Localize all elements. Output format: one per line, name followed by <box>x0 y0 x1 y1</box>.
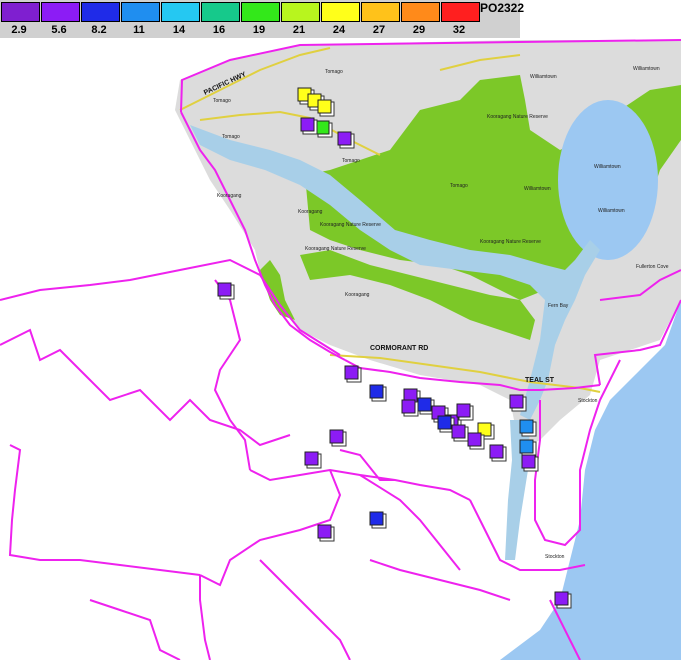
legend-value-label: 29 <box>412 24 426 36</box>
place-label: Williamtown <box>633 66 660 72</box>
site-marker[interactable] <box>317 99 332 114</box>
site-marker[interactable] <box>300 117 315 132</box>
site-marker[interactable] <box>521 454 536 469</box>
site-marker[interactable] <box>417 397 432 412</box>
site-marker[interactable] <box>401 399 416 414</box>
site-marker[interactable] <box>317 524 332 539</box>
site-marker[interactable] <box>329 429 344 444</box>
legend-swatch <box>361 2 400 22</box>
place-label: Kooragang Nature Reserve <box>305 246 366 252</box>
legend-value-label: 2.9 <box>11 24 27 36</box>
place-label: Stockton <box>578 398 598 404</box>
place-label: Kooragang Nature Reserve <box>480 239 541 245</box>
place-label: Kooragang <box>345 292 370 298</box>
place-label: Williamtown <box>594 164 621 170</box>
legend-swatch <box>121 2 160 22</box>
place-label: Kooragang <box>298 209 323 215</box>
legend-value-label: 14 <box>172 24 186 36</box>
place-label: Williamtown <box>530 74 557 80</box>
site-marker[interactable] <box>369 384 384 399</box>
color-legend: 2.9 5.6 8.2 11 14 16 19 21 24 27 29 32 PO2322 <box>0 0 681 38</box>
legend-value-label: 5.6 <box>51 24 67 36</box>
place-label: Tomago <box>325 69 343 75</box>
site-marker[interactable] <box>519 419 534 434</box>
place-label: Stockton <box>545 554 565 560</box>
site-marker[interactable] <box>451 424 466 439</box>
legend-value-label: 16 <box>212 24 226 36</box>
legend-swatch <box>201 2 240 22</box>
site-marker[interactable] <box>437 415 452 430</box>
site-marker[interactable] <box>456 403 471 418</box>
place-label: Tomago <box>342 158 360 164</box>
legend-swatch <box>241 2 280 22</box>
legend-swatch <box>281 2 320 22</box>
site-marker[interactable] <box>217 282 232 297</box>
map-id-label: PO2322 <box>480 1 525 15</box>
legend-value-label: 19 <box>252 24 266 36</box>
site-marker[interactable] <box>489 444 504 459</box>
legend-swatch <box>321 2 360 22</box>
legend-value-label: 8.2 <box>91 24 107 36</box>
legend-swatch <box>41 2 80 22</box>
place-label: Fern Bay <box>548 303 569 309</box>
legend-value-label: 32 <box>452 24 466 36</box>
place-label: Kooragang Nature Reserve <box>487 114 548 120</box>
site-marker[interactable] <box>467 432 482 447</box>
site-marker[interactable] <box>337 131 352 146</box>
place-label: Williamtown <box>598 208 625 214</box>
legend-value-label: 27 <box>372 24 386 36</box>
place-label: Williamtown <box>524 186 551 192</box>
legend-swatch <box>81 2 120 22</box>
place-label: Fullerton Cove <box>636 264 669 270</box>
place-label: Kooragang Nature Reserve <box>320 222 381 228</box>
legend-value-label: 21 <box>292 24 306 36</box>
legend-swatch <box>441 2 480 22</box>
legend-value-label: 11 <box>133 24 145 36</box>
site-marker[interactable] <box>509 394 524 409</box>
map-canvas[interactable]: PACIFIC HWY CORMORANT RD TEAL ST Tomago … <box>0 0 681 660</box>
place-label: Tomago <box>213 98 231 104</box>
legend-swatch <box>161 2 200 22</box>
road-label-teal-st: TEAL ST <box>525 377 555 384</box>
road-label-cormorant-rd: CORMORANT RD <box>370 345 428 352</box>
site-marker[interactable] <box>315 120 330 135</box>
legend-swatch <box>401 2 440 22</box>
site-marker[interactable] <box>344 365 359 380</box>
legend-value-label: 24 <box>332 24 346 36</box>
site-marker[interactable] <box>369 511 384 526</box>
site-marker[interactable] <box>519 439 534 454</box>
site-marker[interactable] <box>304 451 319 466</box>
legend-swatch <box>1 2 40 22</box>
site-marker[interactable] <box>554 591 569 606</box>
place-label: Kooragang <box>217 193 242 199</box>
place-label: Tomago <box>450 183 468 189</box>
place-label: Tomago <box>222 134 240 140</box>
lake <box>558 100 658 260</box>
